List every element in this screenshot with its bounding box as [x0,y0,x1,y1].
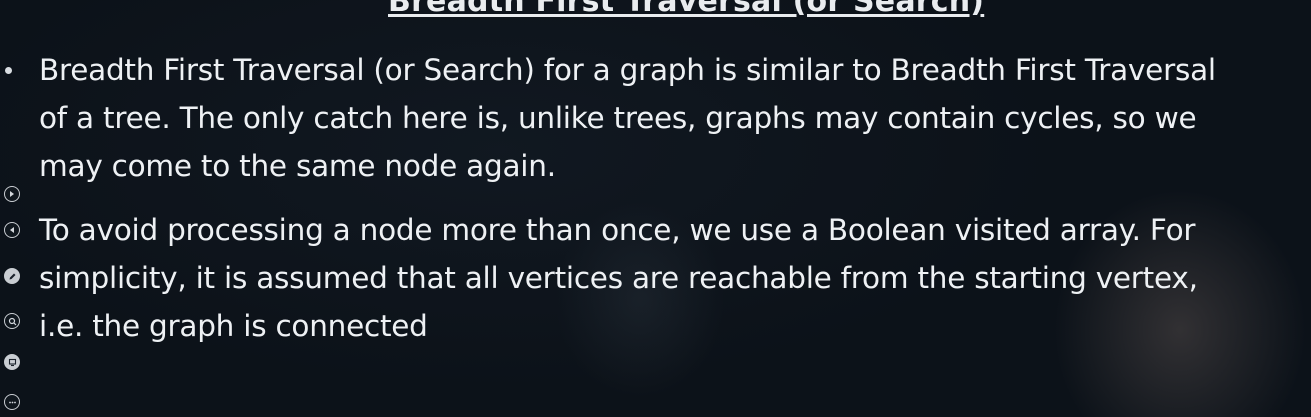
more-options-icon[interactable] [4,394,20,410]
slide-title: Breadth First Traversal (or Search) [388,0,985,19]
bullet-text-line: To avoid processing a node more than onc… [39,213,1196,247]
slides-icon[interactable] [4,354,20,370]
bullet-item: Breadth First Traversal (or Search) for … [0,46,1311,190]
bullet-text-line: may come to the same node again. [39,149,556,183]
bullet-item: To avoid processing a node more than onc… [0,206,1311,350]
next-slide-icon[interactable] [4,186,20,202]
zoom-icon[interactable] [4,313,20,329]
bullet-list: Breadth First Traversal (or Search) for … [0,46,1311,350]
previous-slide-icon[interactable] [4,222,20,238]
bullet-text-line: i.e. the graph is connected [39,309,428,343]
pen-icon[interactable] [4,268,20,284]
bullet-dot [5,67,12,74]
bullet-text-line: simplicity, it is assumed that all verti… [39,261,1198,295]
bullet-text-line: Breadth First Traversal (or Search) for … [39,53,1216,87]
bullet-text-line: of a tree. The only catch here is, unlik… [39,101,1197,135]
